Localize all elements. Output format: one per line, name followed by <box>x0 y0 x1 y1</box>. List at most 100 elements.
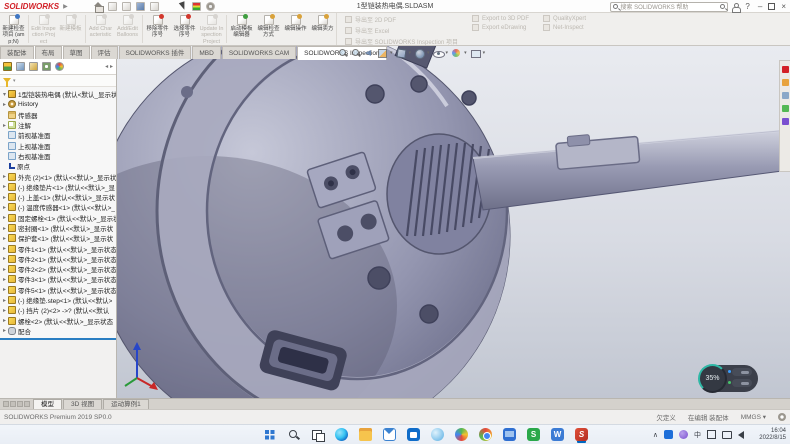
expand-arrow-icon[interactable]: ▸ <box>1 245 8 252</box>
view-palette-icon[interactable] <box>782 105 789 112</box>
ime-grid-icon[interactable] <box>707 430 716 439</box>
open-icon[interactable] <box>122 2 131 11</box>
wps-writer-taskbar-icon[interactable] <box>551 428 564 441</box>
tree-item[interactable]: ▸零件5<1> (默认<<默认>_显示状态 <box>1 285 116 295</box>
tree-item[interactable]: ▸(-) 绝缘垫片<1> (默认<<默认>_显 <box>1 182 116 192</box>
zoom-fit-icon[interactable] <box>338 48 348 58</box>
cloud-taskbar-icon[interactable] <box>431 428 444 441</box>
tree-item[interactable]: ▾1型铠装热电偶 (默认<默认_显示状态-1 <box>1 89 116 99</box>
tree-item[interactable]: ▸(-) 挡片 (2)<2> ->? (默认<<默认 <box>1 305 116 315</box>
tree-item[interactable]: ▸(-) 温度传感器<1> (默认<<默认>_ <box>1 202 116 212</box>
expand-arrow-icon[interactable]: ▸ <box>1 317 8 324</box>
expand-arrow-icon[interactable]: ▸ <box>1 122 8 129</box>
pill-toggle-bottom[interactable] <box>732 379 752 387</box>
filter-dropdown-icon[interactable]: ▾ <box>13 78 16 84</box>
expand-arrow-icon[interactable]: ▸ <box>1 225 8 232</box>
tree-item[interactable]: ▸保护套<1> (默认<<默认>_显示状 <box>1 233 116 243</box>
expand-arrow-icon[interactable]: ▸ <box>1 183 8 190</box>
command-tab-7[interactable]: SOLIDWORKS CAM <box>222 46 296 59</box>
tree-item[interactable]: ▸(-) 上盖<1> (默认<<默认>_显示状 <box>1 192 116 202</box>
tree-item[interactable]: ▸History <box>1 99 116 109</box>
doc-tab-1[interactable]: 模型 <box>33 399 62 409</box>
mail-taskbar-icon[interactable] <box>383 428 396 441</box>
configurationmanager-icon[interactable] <box>29 62 38 71</box>
start-taskbar-icon[interactable] <box>263 428 276 441</box>
save-icon[interactable] <box>136 2 145 11</box>
display-style-icon[interactable] <box>414 48 424 58</box>
edge-taskbar-icon[interactable] <box>335 428 348 441</box>
expand-arrow-icon[interactable]: ▸ <box>1 204 8 211</box>
network-display-icon[interactable] <box>722 431 732 439</box>
dimxpertmanager-icon[interactable] <box>42 62 51 71</box>
expand-arrow-icon[interactable]: ▸ <box>1 235 8 242</box>
panel-tab-scroll-arrows[interactable]: ◂ ▸ <box>105 63 113 70</box>
units-selector[interactable]: MMGS ▾ <box>741 413 766 421</box>
login-icon[interactable] <box>732 3 739 11</box>
new-document-icon[interactable] <box>108 2 117 11</box>
command-tab-4[interactable]: 评估 <box>91 46 118 59</box>
graphics-viewport[interactable] <box>117 46 790 398</box>
select-cursor-icon[interactable] <box>178 2 187 11</box>
tray-overflow-icon[interactable]: ∧ <box>653 431 658 439</box>
tree-item[interactable]: ▸零件2<2> (默认<<默认>_显示状态 <box>1 264 116 274</box>
tree-item[interactable]: 前视基准面 <box>1 130 116 140</box>
expand-arrow-icon[interactable]: ▸ <box>1 307 8 314</box>
dropdown-caret-icon[interactable]: ▾ <box>464 50 467 56</box>
task-view-taskbar-icon[interactable] <box>311 428 324 441</box>
print-icon[interactable] <box>150 2 159 11</box>
view-orientation-icon[interactable] <box>396 48 406 58</box>
dropdown-caret-icon[interactable]: ▾ <box>483 50 486 56</box>
ribbon-button[interactable]: 编辑卖方 <box>309 13 336 45</box>
options-gear-icon[interactable] <box>206 2 215 11</box>
ribbon-button[interactable]: 新建检查项目 (amp;N) <box>0 13 27 45</box>
browser-360-taskbar-icon[interactable] <box>455 428 468 441</box>
input-method-indicator[interactable]: 中 <box>694 430 701 440</box>
edit-appearance-icon[interactable] <box>451 48 461 58</box>
expand-arrow-icon[interactable]: ▸ <box>1 286 8 293</box>
volume-icon[interactable] <box>738 431 744 439</box>
task-pane-strip[interactable] <box>779 60 790 172</box>
tree-item[interactable]: ▸固定螺栓<1> (默认<<默认>_显示状 <box>1 213 116 223</box>
file-explorer-taskbar-icon[interactable] <box>359 428 372 441</box>
featuremanager-tree-icon[interactable] <box>3 62 12 71</box>
tree-item[interactable]: ▸零件1<1> (默认<<默认>_显示状态 <box>1 243 116 253</box>
tree-item[interactable]: ▸外壳 (2)<1> (默认<<默认>_显示状 <box>1 171 116 181</box>
search-taskbar-icon[interactable] <box>287 428 300 441</box>
apply-scene-icon[interactable] <box>470 48 480 58</box>
command-tab-5[interactable]: SOLIDWORKS 插件 <box>119 46 192 59</box>
command-tab-1[interactable]: 装配体 <box>0 46 34 59</box>
expand-arrow-icon[interactable]: ▸ <box>1 214 8 221</box>
tree-item[interactable]: ▸零件3<1> (默认<<默认>_显示状态 <box>1 274 116 284</box>
tree-item[interactable]: 上视基准面 <box>1 140 116 150</box>
home-icon[interactable] <box>94 2 103 11</box>
display-settings-icon[interactable] <box>192 2 201 11</box>
restore-button[interactable] <box>768 3 775 10</box>
menu-expand-arrow-icon[interactable]: ▶ <box>63 3 68 10</box>
expand-arrow-icon[interactable]: ▸ <box>1 255 8 262</box>
command-tab-2[interactable]: 布局 <box>35 46 62 59</box>
tree-item[interactable]: ▸(-) 绝缘垫.step<1> (默认<<默认> <box>1 295 116 305</box>
ribbon-button[interactable]: 移除零件序号 <box>144 13 171 45</box>
pane-splitter-boxes[interactable] <box>0 401 33 409</box>
expand-arrow-icon[interactable]: ▸ <box>1 327 8 334</box>
ribbon-button[interactable]: 编辑操作 <box>282 13 309 45</box>
minimize-button[interactable]: – <box>756 1 764 12</box>
dropdown-caret-icon[interactable]: ▾ <box>409 50 412 56</box>
displaymanager-icon[interactable] <box>55 62 64 71</box>
doc-tab-3[interactable]: 运动算例1 <box>103 399 149 409</box>
expand-arrow-icon[interactable]: ▸ <box>1 173 8 180</box>
hide-show-items-icon[interactable] <box>433 48 443 58</box>
tree-item[interactable]: 原点 <box>1 161 116 171</box>
tree-filter-row[interactable]: ▾ <box>0 75 116 87</box>
propertymanager-icon[interactable] <box>16 62 25 71</box>
command-tab-3[interactable]: 草图 <box>63 46 90 59</box>
command-tab-6[interactable]: MBD <box>192 46 220 59</box>
previous-view-icon[interactable] <box>364 48 374 58</box>
expand-arrow-icon[interactable]: ▸ <box>1 266 8 273</box>
dropdown-caret-icon[interactable]: ▾ <box>446 50 449 56</box>
solidworks-taskbar-icon[interactable] <box>575 428 588 441</box>
doc-tab-2[interactable]: 3D 视图 <box>63 399 102 409</box>
remote-desktop-taskbar-icon[interactable] <box>503 428 516 441</box>
design-library-icon[interactable] <box>782 79 789 86</box>
expand-arrow-icon[interactable]: ▸ <box>1 276 8 283</box>
